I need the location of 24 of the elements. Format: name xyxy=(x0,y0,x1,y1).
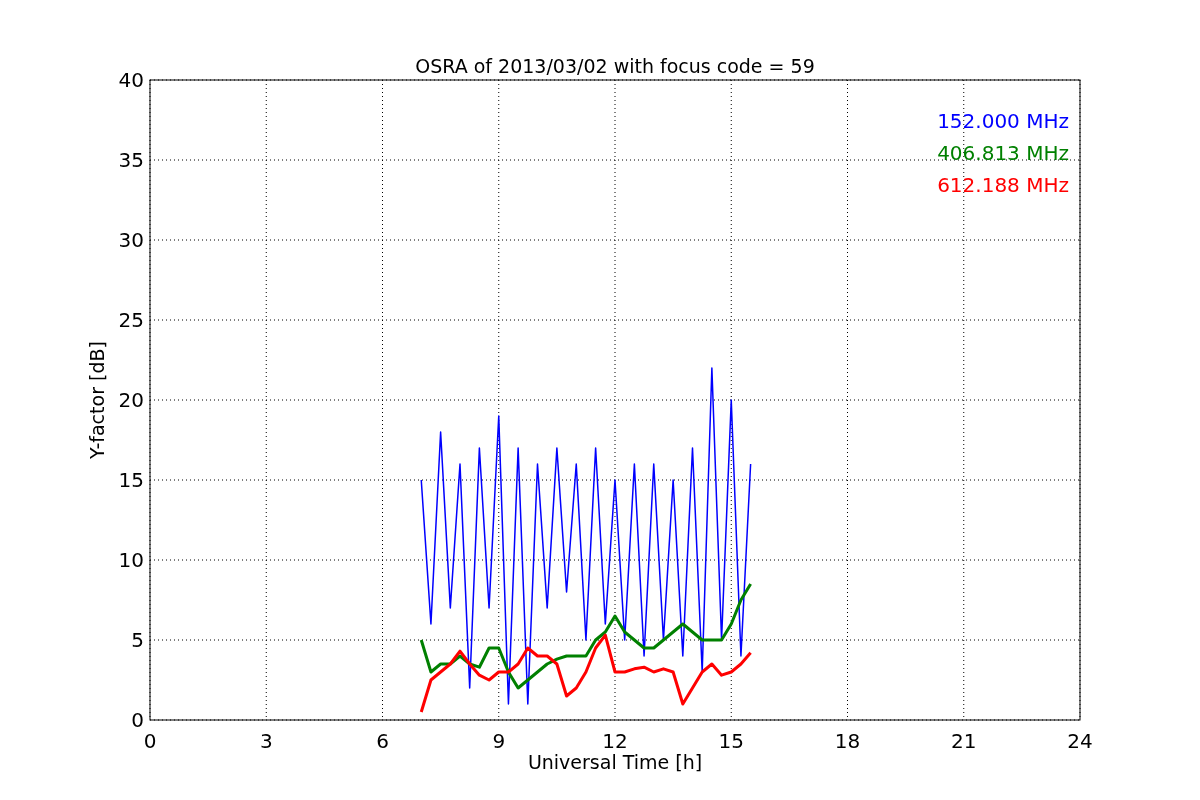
tick-label: 10 xyxy=(118,548,144,572)
tick-label: 0 xyxy=(143,729,157,753)
tick-label: 40 xyxy=(118,68,144,92)
tick-label: 3 xyxy=(259,729,273,753)
chart-title: OSRA of 2013/03/02 with focus code = 59 xyxy=(415,55,815,77)
legend-label: 152.000 MHz xyxy=(937,109,1069,133)
x-axis-label: Universal Time [h] xyxy=(527,751,703,773)
tick-label: 35 xyxy=(118,148,144,172)
legend-label: 612.188 MHz xyxy=(937,173,1069,197)
tick-label: 9 xyxy=(492,729,506,753)
tick-label: 21 xyxy=(951,729,977,753)
tick-label: 5 xyxy=(131,628,144,652)
tick-label: 20 xyxy=(118,388,144,412)
tick-label: 24 xyxy=(1067,729,1093,753)
tick-label: 18 xyxy=(834,729,861,753)
tick-label: 15 xyxy=(718,729,744,753)
tick-label: 30 xyxy=(118,228,144,252)
legend-label: 406.813 MHz xyxy=(937,141,1069,165)
y-axis-label: Y-factor [dB] xyxy=(86,341,108,459)
tick-label: 15 xyxy=(118,468,144,492)
tick-label: 0 xyxy=(131,708,144,732)
tick-label: 12 xyxy=(602,729,628,753)
tick-label: 6 xyxy=(376,729,389,753)
tick-label: 25 xyxy=(118,308,144,332)
